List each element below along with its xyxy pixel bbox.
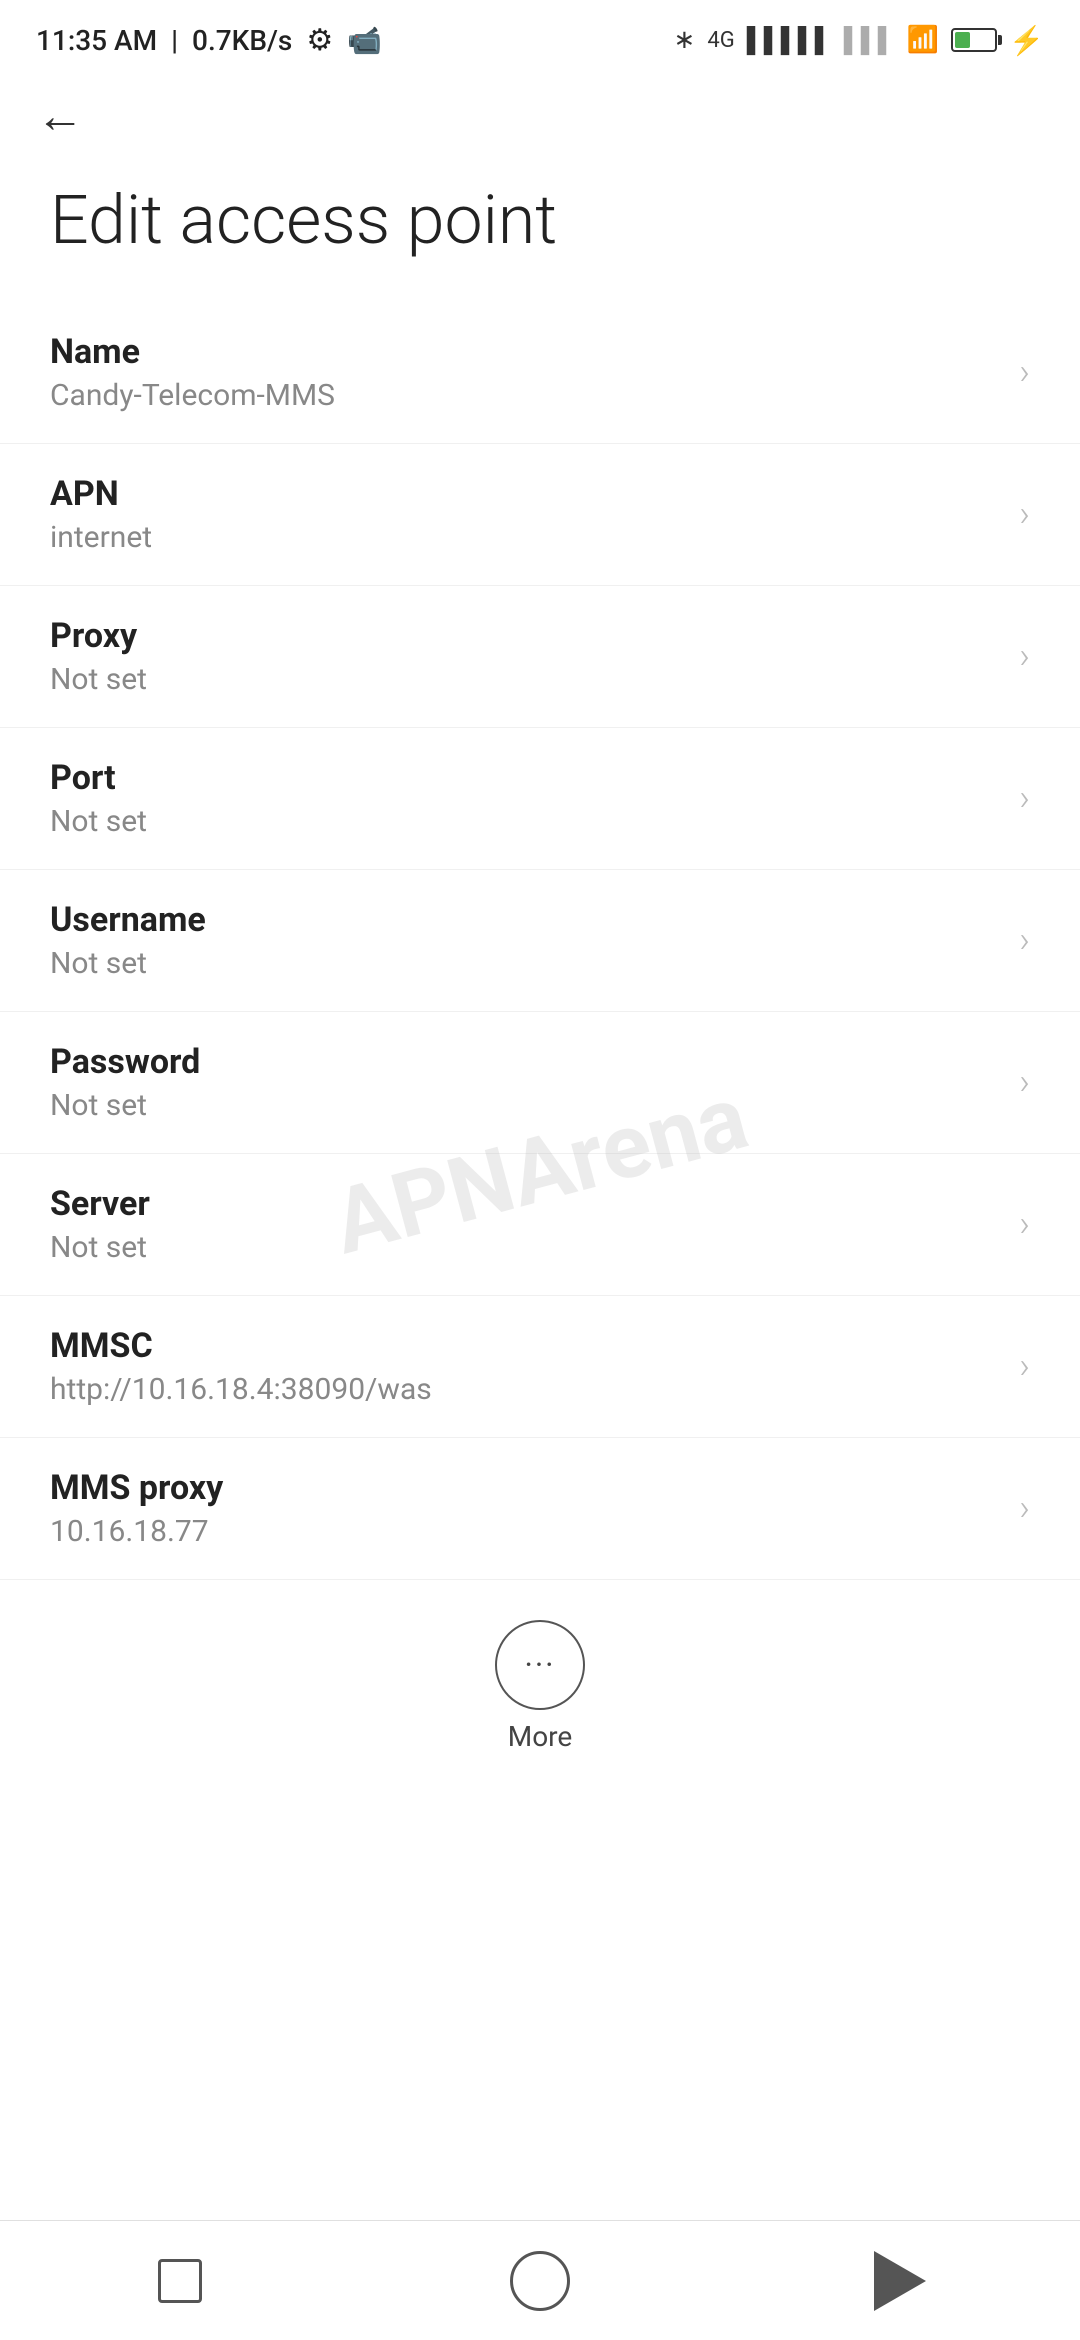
back-button[interactable]: ← bbox=[36, 92, 84, 140]
settings-value-mms-proxy: 10.16.18.77 bbox=[50, 1514, 999, 1549]
wifi-icon: 📶 bbox=[907, 25, 939, 55]
network-4g-icon: 4G bbox=[707, 28, 734, 53]
status-separator: | bbox=[171, 24, 178, 57]
chevron-right-password: › bbox=[1019, 1061, 1030, 1103]
settings-item-apn[interactable]: APN internet › bbox=[0, 444, 1080, 586]
settings-label-port: Port bbox=[50, 758, 999, 798]
settings-value-password: Not set bbox=[50, 1088, 999, 1123]
charging-icon: ⚡ bbox=[1009, 24, 1044, 57]
status-speed: 0.7KB/s bbox=[192, 24, 292, 57]
settings-label-username: Username bbox=[50, 900, 999, 940]
nav-recents-button[interactable] bbox=[120, 2241, 240, 2321]
chevron-right-name: › bbox=[1019, 351, 1030, 393]
settings-item-content-server: Server Not set bbox=[50, 1184, 999, 1265]
settings-item-content-username: Username Not set bbox=[50, 900, 999, 981]
battery-box bbox=[951, 28, 997, 52]
chevron-right-mms-proxy: › bbox=[1019, 1487, 1030, 1529]
settings-value-port: Not set bbox=[50, 804, 999, 839]
nav-square-icon bbox=[158, 2259, 202, 2303]
settings-item-username[interactable]: Username Not set › bbox=[0, 870, 1080, 1012]
settings-item-mmsc[interactable]: MMSC http://10.16.18.4:38090/was › bbox=[0, 1296, 1080, 1438]
chevron-right-mmsc: › bbox=[1019, 1345, 1030, 1387]
signal-bars-icon: ▌▌▌▌▌ bbox=[747, 26, 832, 55]
status-right: ∗ 4G ▌▌▌▌▌ ▌▌▌ 📶 ⚡ bbox=[674, 24, 1044, 57]
status-left: 11:35 AM | 0.7KB/s ⚙ 📹 bbox=[36, 23, 382, 58]
settings-item-content-name: Name Candy-Telecom-MMS bbox=[50, 332, 999, 413]
nav-home-button[interactable] bbox=[480, 2241, 600, 2321]
settings-item-port[interactable]: Port Not set › bbox=[0, 728, 1080, 870]
more-dots-icon: ··· bbox=[524, 1646, 555, 1684]
settings-label-password: Password bbox=[50, 1042, 999, 1082]
settings-icon: ⚙ bbox=[306, 23, 333, 58]
settings-item-mms-proxy[interactable]: MMS proxy 10.16.18.77 › bbox=[0, 1438, 1080, 1580]
settings-label-server: Server bbox=[50, 1184, 999, 1224]
battery-indicator bbox=[951, 28, 997, 52]
settings-item-content-apn: APN internet bbox=[50, 474, 999, 555]
settings-label-proxy: Proxy bbox=[50, 616, 999, 656]
settings-item-content-proxy: Proxy Not set bbox=[50, 616, 999, 697]
nav-circle-icon bbox=[510, 2251, 570, 2311]
bottom-nav bbox=[0, 2220, 1080, 2340]
more-label: More bbox=[508, 1720, 573, 1753]
settings-value-username: Not set bbox=[50, 946, 999, 981]
settings-value-apn: internet bbox=[50, 520, 999, 555]
more-button-area: ··· More bbox=[0, 1580, 1080, 1783]
nav-triangle-icon bbox=[874, 2251, 926, 2311]
settings-item-proxy[interactable]: Proxy Not set › bbox=[0, 586, 1080, 728]
chevron-right-proxy: › bbox=[1019, 635, 1030, 677]
bluetooth-icon: ∗ bbox=[674, 25, 696, 55]
settings-item-password[interactable]: Password Not set › bbox=[0, 1012, 1080, 1154]
settings-item-content-port: Port Not set bbox=[50, 758, 999, 839]
settings-label-mms-proxy: MMS proxy bbox=[50, 1468, 999, 1508]
settings-label-name: Name bbox=[50, 332, 999, 372]
settings-item-name[interactable]: Name Candy-Telecom-MMS › bbox=[0, 302, 1080, 444]
page-title: Edit access point bbox=[0, 150, 1080, 302]
nav-back-button[interactable] bbox=[840, 2241, 960, 2321]
settings-value-proxy: Not set bbox=[50, 662, 999, 697]
settings-value-mmsc: http://10.16.18.4:38090/was bbox=[50, 1372, 999, 1407]
status-bar: 11:35 AM | 0.7KB/s ⚙ 📹 ∗ 4G ▌▌▌▌▌ ▌▌▌ 📶 … bbox=[0, 0, 1080, 72]
settings-item-server[interactable]: Server Not set › bbox=[0, 1154, 1080, 1296]
settings-value-server: Not set bbox=[50, 1230, 999, 1265]
more-button[interactable]: ··· bbox=[495, 1620, 585, 1710]
chevron-right-server: › bbox=[1019, 1203, 1030, 1245]
chevron-right-username: › bbox=[1019, 919, 1030, 961]
settings-list: Name Candy-Telecom-MMS › APN internet › … bbox=[0, 302, 1080, 1580]
chevron-right-apn: › bbox=[1019, 493, 1030, 535]
top-nav: ← bbox=[0, 72, 1080, 150]
settings-value-name: Candy-Telecom-MMS bbox=[50, 378, 999, 413]
settings-item-content-mmsc: MMSC http://10.16.18.4:38090/was bbox=[50, 1326, 999, 1407]
settings-label-apn: APN bbox=[50, 474, 999, 514]
video-icon: 📹 bbox=[347, 24, 382, 57]
settings-label-mmsc: MMSC bbox=[50, 1326, 999, 1366]
settings-item-content-password: Password Not set bbox=[50, 1042, 999, 1123]
chevron-right-port: › bbox=[1019, 777, 1030, 819]
status-time: 11:35 AM bbox=[36, 24, 157, 57]
battery-fill bbox=[955, 32, 969, 48]
settings-item-content-mms-proxy: MMS proxy 10.16.18.77 bbox=[50, 1468, 999, 1549]
signal-bars2-icon: ▌▌▌ bbox=[844, 26, 895, 55]
